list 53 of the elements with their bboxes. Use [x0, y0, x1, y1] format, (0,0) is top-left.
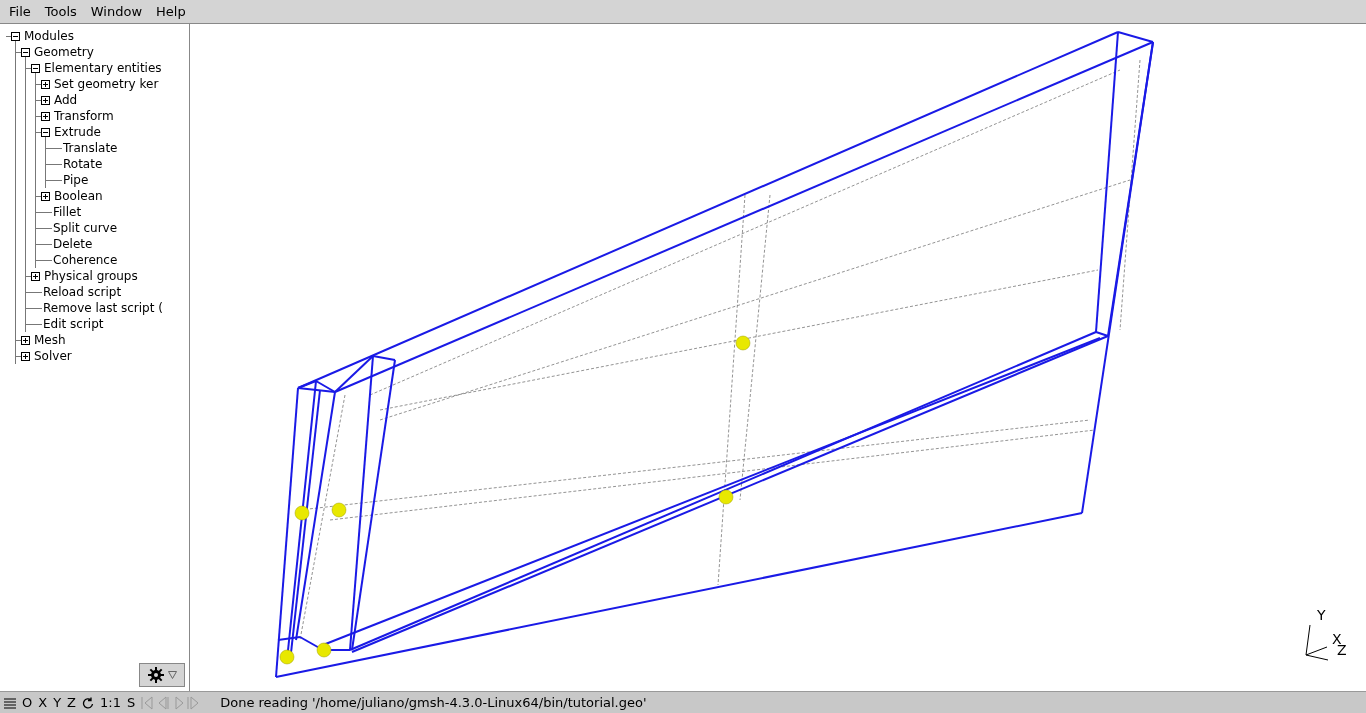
view-button[interactable]: Z [66, 695, 77, 710]
menu-item[interactable]: Tools [39, 4, 82, 19]
collapse-toggle[interactable] [21, 47, 30, 57]
tree-item[interactable]: Set geometry ker [53, 77, 159, 91]
axes-icon [1305, 624, 1329, 661]
tree-item[interactable]: Split curve [52, 221, 118, 235]
tree-item[interactable]: Fillet [52, 205, 82, 219]
view-button[interactable]: O [21, 695, 34, 710]
expand-toggle[interactable] [41, 95, 50, 105]
rotate-icon [82, 696, 94, 709]
tree-item[interactable]: Boolean [53, 189, 103, 203]
tree-item[interactable]: Modules [23, 29, 74, 43]
tree-item[interactable]: Rotate [62, 157, 103, 171]
tree-item[interactable]: Solver [33, 349, 72, 363]
tree-item[interactable]: Elementary entities [43, 61, 162, 75]
tree-item[interactable]: Extrude [53, 125, 101, 139]
tree-item[interactable]: Transform [53, 109, 114, 123]
view-button[interactable]: Y [52, 695, 63, 710]
menu-button[interactable] [3, 696, 17, 709]
menu-item[interactable]: File [4, 4, 36, 19]
tree-item[interactable]: Add [53, 93, 78, 107]
tree-item[interactable]: Reload script [42, 285, 122, 299]
tree-item[interactable]: Remove last script ( [42, 301, 163, 315]
expand-toggle[interactable] [41, 191, 50, 201]
collapse-toggle[interactable] [11, 31, 20, 41]
tree-item[interactable]: Geometry [33, 45, 94, 59]
tree-item[interactable]: Delete [52, 237, 93, 251]
tree-item[interactable]: Pipe [62, 173, 89, 187]
status-message: Done reading '/home/juliano/gmsh-4.3.0-Linux64/bin/tutorial.geo' [220, 695, 647, 710]
axis-label: Z [1337, 642, 1347, 658]
tree-item[interactable]: Physical groups [43, 269, 138, 283]
tree-item[interactable]: Mesh [33, 333, 66, 347]
menu-icon [4, 696, 16, 709]
caret-icon [167, 671, 177, 679]
rotate-button[interactable] [81, 696, 95, 709]
axis-label: Y [1317, 607, 1326, 623]
expand-toggle[interactable] [21, 351, 30, 361]
view-button[interactable]: X [37, 695, 49, 710]
collapse-toggle[interactable] [41, 127, 50, 137]
tree-item[interactable]: Coherence [52, 253, 118, 267]
menu-item[interactable]: Window [85, 4, 148, 19]
snap-button[interactable]: S [125, 695, 137, 710]
menu-item[interactable]: Help [151, 4, 191, 19]
expand-toggle[interactable] [31, 271, 40, 281]
collapse-toggle[interactable] [31, 63, 40, 73]
tree-item[interactable]: Translate [62, 141, 118, 155]
tree-item[interactable]: Edit script [42, 317, 104, 331]
scale-button[interactable]: 1:1 [99, 695, 122, 710]
settings-icon [147, 667, 164, 683]
expand-toggle[interactable] [41, 111, 50, 121]
expand-toggle[interactable] [41, 79, 50, 89]
settings-button[interactable] [139, 663, 185, 687]
expand-toggle[interactable] [21, 335, 30, 345]
